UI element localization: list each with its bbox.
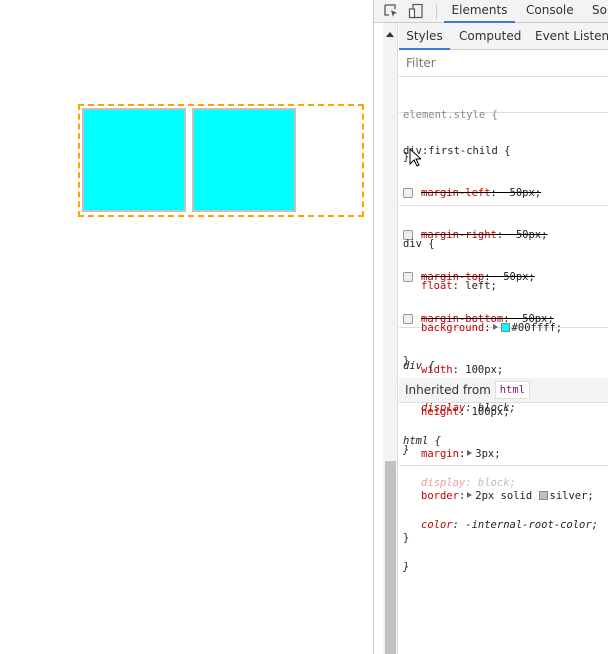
styles-pane: Styles Computed Event Listener Filter el… [399,23,608,654]
inherited-element-link[interactable]: html [494,381,530,399]
subtab-styles[interactable]: Styles [399,23,450,50]
selector: div:first-child { [403,145,511,157]
rendered-page [0,0,373,654]
styles-subtabs: Styles Computed Event Listener [399,23,608,50]
inspect-element-icon[interactable] [383,3,399,19]
selector: html { [403,435,441,447]
property-checkbox[interactable] [403,188,413,198]
divider [436,4,437,19]
rule-div-first-child: div:first-child { margin-left: 50px; mar… [399,113,608,367]
prop-display-inactive: display: block; [421,477,516,489]
device-toolbar-icon[interactable] [408,3,424,19]
tab-elements[interactable]: Elements [444,0,515,23]
rule-html: html { display: block; color: -internal-… [399,403,608,573]
rule-div: div { float: left; background: #00ffff; w… [399,206,608,544]
rule-element-style: element.style { } [399,77,608,163]
selector: div { [403,360,435,372]
devtools-toolbar: Elements Console Sou [374,0,608,23]
prop-margin-left: margin-left: 50px; [403,186,608,200]
cyan-box-2[interactable] [192,108,296,212]
scroll-up-arrow-icon[interactable] [386,32,394,37]
filter-input[interactable]: Filter [402,52,608,74]
rule-user-agent-div: div { display: block; } [399,328,608,456]
rule-close: } [403,561,410,573]
cyan-box-1[interactable] [82,108,186,212]
devtools-panel: Elements Console Sou Styles Computed Eve… [373,0,608,654]
inherited-label: Inherited from [405,383,491,397]
dom-tree-scrollbar[interactable] [383,23,398,654]
prop-float[interactable]: float: left; [403,279,608,293]
inherited-from-header: Inherited from html [399,378,608,403]
subtab-event-listeners[interactable]: Event Listener [535,23,608,50]
tab-sources[interactable]: Sou [592,0,608,23]
scrollbar-thumb[interactable] [385,461,396,654]
mouse-cursor-icon [409,148,421,167]
tab-console[interactable]: Console [526,0,574,23]
subtab-computed[interactable]: Computed [459,23,521,50]
prop-color: color: -internal-root-color; [421,519,599,531]
selector: div { [403,238,435,250]
